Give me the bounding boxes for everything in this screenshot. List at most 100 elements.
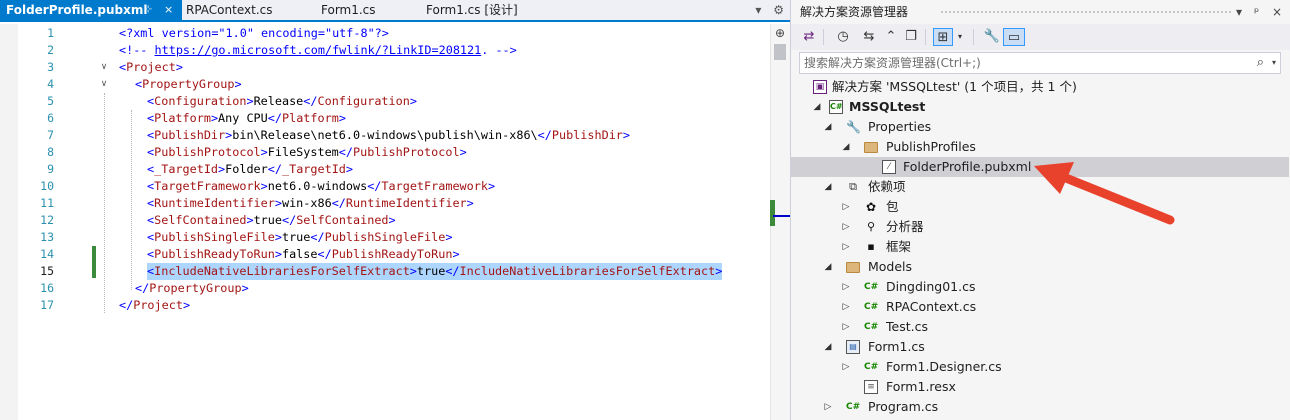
collapsed-arrow-icon[interactable]: ▷ [840, 357, 852, 377]
fold-collapse-icon[interactable]: ∨ [99, 76, 109, 93]
line-number: 6 [47, 111, 54, 125]
history-icon[interactable]: ◷ [831, 28, 855, 46]
tree-item-frameworks[interactable]: ▷ ▪ 框架 [791, 237, 1289, 257]
expand-arrow-icon[interactable]: ◢ [822, 177, 834, 197]
expand-arrow-icon[interactable]: ◢ [822, 257, 834, 277]
search-icon[interactable]: ⌕ [1257, 53, 1264, 73]
scrollbar-thumb[interactable] [774, 44, 786, 60]
xml-tag: PublishReadyToRun [154, 247, 275, 261]
xml-punct: > [175, 60, 183, 74]
sync-icon[interactable]: ⇆ [861, 28, 877, 46]
code-line-14[interactable]: <PublishReadyToRun>false</PublishReadyTo… [147, 246, 460, 263]
wrench-icon[interactable]: 🔧 [983, 28, 1001, 46]
xml-punct: > [234, 77, 242, 91]
collapsed-arrow-icon[interactable]: ▷ [840, 297, 852, 317]
split-editor-icon[interactable]: ⊕ [773, 26, 787, 40]
code-line-7[interactable]: <PublishDir>bin\Release\net6.0-windows\p… [147, 127, 630, 144]
resx-file-icon: ≡ [864, 380, 878, 394]
tree-item-publishprofiles[interactable]: ◢ PublishProfiles [791, 137, 1289, 157]
view-toggle-icon[interactable]: ⊞ [933, 28, 953, 46]
collapsed-arrow-icon[interactable]: ▷ [840, 237, 852, 257]
tab-folderprofile-pubxml[interactable]: FolderProfile.pubxml ⊹ × [0, 0, 182, 20]
solution-switch-icon[interactable]: ⇄ [801, 28, 817, 46]
tab-rpacontext-cs[interactable]: RPAContext.cs [186, 0, 306, 20]
code-line-6[interactable]: <Platform>Any CPU</Platform> [147, 110, 346, 127]
line-number: 7 [47, 128, 54, 142]
expand-arrow-icon[interactable]: ◢ [840, 137, 852, 157]
tree-item-properties[interactable]: ◢ 🔧 Properties [791, 117, 1289, 137]
expand-arrow-icon[interactable]: ◢ [822, 337, 834, 357]
code-line-10[interactable]: <TargetFramework>net6.0-windows</TargetF… [147, 178, 495, 195]
package-icon: ✿ [865, 200, 877, 214]
xml-tag: TargetFramework [381, 179, 488, 193]
pin-icon[interactable]: ᵖ [1254, 0, 1259, 24]
tree-item-form1-designer[interactable]: ▷ C# Form1.Designer.cs [791, 357, 1289, 377]
xml-tag: IncludeNativeLibrariesForSelfExtract [154, 264, 410, 278]
pin-icon[interactable]: ⊹ [144, 0, 152, 20]
expand-arrow-icon[interactable]: ◢ [822, 117, 834, 137]
close-icon[interactable]: × [164, 0, 173, 20]
tab-label: Form1.cs [321, 3, 376, 17]
line-number: 11 [40, 196, 54, 210]
tree-item-rpacontext[interactable]: ▷ C# RPAContext.cs [791, 297, 1289, 317]
tab-overflow-dropdown-icon[interactable]: ▾ [755, 3, 761, 17]
line-number: 8 [47, 145, 54, 159]
line-number: 14 [40, 247, 54, 261]
search-options-dropdown-icon[interactable]: ▾ [1272, 53, 1276, 73]
code-editor-pane[interactable]: FolderProfile.pubxml ⊹ × RPAContext.cs F… [0, 0, 790, 420]
comment-link[interactable]: https://go.microsoft.com/fwlink/?LinkID=… [155, 43, 482, 57]
code-line-12[interactable]: <SelfContained>true</SelfContained> [147, 212, 396, 229]
tree-item-form1-resx[interactable]: ≡ Form1.resx [791, 377, 1289, 397]
code-line-2[interactable]: <!-- https://go.microsoft.com/fwlink/?Li… [119, 42, 517, 59]
code-line-3[interactable]: <Project> [119, 59, 183, 76]
tree-item-dingding01[interactable]: ▷ C# Dingding01.cs [791, 277, 1289, 297]
line-number: 5 [47, 94, 54, 108]
tab-form1-designer[interactable]: Form1.cs [设计] [426, 0, 556, 20]
copy-icon[interactable]: ❐ [903, 28, 919, 46]
code-line-17[interactable]: </Project> [119, 297, 190, 314]
collapsed-arrow-icon[interactable]: ▷ [840, 197, 852, 217]
tree-item-label: Form1.Designer.cs [886, 359, 1002, 374]
solution-search-input[interactable]: 搜索解决方案资源管理器(Ctrl+;) ⌕ ▾ [799, 52, 1281, 74]
collapse-all-icon[interactable]: ⌃ [883, 28, 899, 46]
view-dropdown-icon[interactable]: ▾ [955, 28, 965, 46]
close-icon[interactable]: × [1272, 0, 1282, 24]
tree-item-solution[interactable]: ▣ 解决方案 'MSSQLtest' (1 个项目，共 1 个) [791, 77, 1289, 97]
code-line-9[interactable]: <_TargetId>Folder</_TargetId> [147, 161, 353, 178]
code-line-8[interactable]: <PublishProtocol>FileSystem</PublishProt… [147, 144, 467, 161]
xml-tag: RuntimeIdentifier [154, 196, 275, 210]
code-line-5[interactable]: <Configuration>Release</Configuration> [147, 93, 417, 110]
folder-icon [864, 142, 878, 153]
code-line-11[interactable]: <RuntimeIdentifier>win-x86</RuntimeIdent… [147, 195, 474, 212]
tab-form1-cs[interactable]: Form1.cs [321, 0, 411, 20]
tree-item-label: Program.cs [868, 399, 939, 414]
fold-collapse-icon[interactable]: ∨ [99, 59, 109, 76]
line-number: 13 [40, 230, 54, 244]
tree-item-test[interactable]: ▷ C# Test.cs [791, 317, 1289, 337]
code-line-16[interactable]: </PropertyGroup> [135, 280, 249, 297]
csharp-file-icon: C# [864, 282, 879, 292]
gear-icon[interactable]: ⚙ [773, 3, 784, 17]
xml-tag: Configuration [317, 94, 410, 108]
code-line-13[interactable]: <PublishSingleFile>true</PublishSingleFi… [147, 229, 452, 246]
tree-item-form1[interactable]: ◢ ▤ Form1.cs [791, 337, 1289, 357]
collapsed-arrow-icon[interactable]: ▷ [840, 277, 852, 297]
tree-item-label: RPAContext.cs [886, 299, 977, 314]
code-line-1[interactable]: <?xml version="1.0" encoding="utf-8"?> [119, 25, 389, 42]
code-line-15-selected[interactable]: <IncludeNativeLibrariesForSelfExtract>tr… [147, 263, 723, 280]
line-number: 1 [47, 26, 54, 40]
scrollbar-caret-marker [773, 215, 790, 217]
xml-tag: PublishSingleFile [154, 230, 275, 244]
expand-arrow-icon[interactable]: ◢ [811, 97, 823, 117]
tree-item-label: 分析器 [886, 219, 924, 234]
pane-dropdown-icon[interactable]: ▾ [1236, 0, 1242, 24]
tree-item-project[interactable]: ◢ C# MSSQLtest [791, 97, 1289, 117]
code-line-4[interactable]: <PropertyGroup> [135, 76, 242, 93]
tree-item-models[interactable]: ◢ Models [791, 257, 1289, 277]
tree-item-program[interactable]: ▷ C# Program.cs [791, 397, 1289, 417]
pane-title: 解决方案资源管理器 [800, 5, 909, 19]
collapsed-arrow-icon[interactable]: ▷ [822, 397, 834, 417]
collapsed-arrow-icon[interactable]: ▷ [840, 217, 852, 237]
collapsed-arrow-icon[interactable]: ▷ [840, 317, 852, 337]
preview-icon[interactable]: ▭ [1003, 28, 1025, 46]
